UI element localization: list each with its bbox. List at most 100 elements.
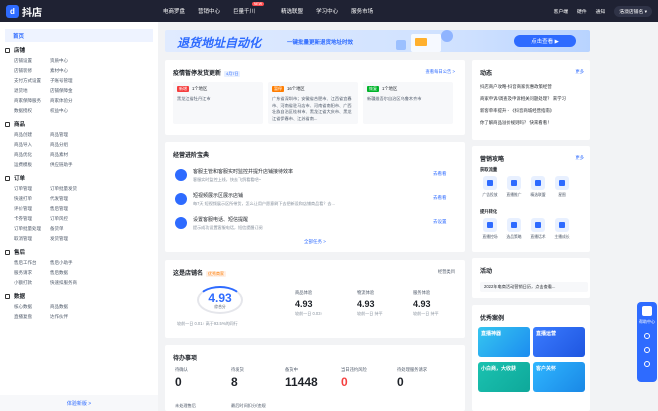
sidebar-item[interactable]: 达作伙伴 [50,314,90,320]
sidebar-item[interactable]: 店铺设置 [14,58,50,64]
sidebar-item[interactable]: 快速打单 [14,196,50,202]
todo-confirm[interactable]: 待确认 0 [175,367,188,389]
todo-stock[interactable]: 备货中 11448 [285,367,318,389]
sidebar-item[interactable]: 备货单 [50,226,90,232]
todo-request[interactable]: 待处理服务请求 0 [397,367,427,389]
sidebar-item[interactable]: 商品管理 [50,132,90,138]
sidebar-item[interactable]: 发货管理 [50,236,90,242]
nav-service-market[interactable]: 服务市场 [351,7,373,15]
metric-logistics[interactable]: 物流体验 4.93 较前一日 持平 [357,290,383,317]
sidebar-item[interactable]: 商品导入 [14,142,50,148]
news-more-link[interactable]: 更多 [575,69,584,75]
todo-risk[interactable]: 当日违约风险 0 [341,367,367,389]
case-small-shop[interactable]: 小白商，大收获 [478,362,530,392]
promo-banner[interactable]: 退货地址自动化 一键批量更新退货地址时效 点击查看 ▶ [165,30,590,52]
sidebar-item[interactable]: 商品优化 [14,152,50,158]
sidebar-item[interactable]: 售后数据 [50,270,90,276]
sidebar-item[interactable]: 核心数据 [14,304,50,310]
sidebar-item[interactable]: 订单管理 [14,186,50,192]
alliance-tool[interactable]: 精选联盟 [526,176,550,198]
metric-product[interactable]: 商品体验 4.93 较前一日 0.03↑ [295,290,323,317]
sidebar-item[interactable]: 商品分组 [50,142,90,148]
ad-tool[interactable]: 广告投放 [478,176,502,198]
sidebar-item[interactable]: 素材中心 [50,68,90,74]
help-float-panel[interactable]: 帮助中心 [637,302,657,382]
case-customer-care[interactable]: 客户关怀 [533,362,585,392]
sidebar-item[interactable]: 商家保障服务 [14,98,50,104]
sidebar-item[interactable]: 商品数据 [50,304,90,310]
sidebar-item[interactable]: 资质中心 [50,58,90,64]
metric-service[interactable]: 服务体验 4.93 较前一日 持平 [413,290,439,317]
guide-action-link[interactable]: 去看看 [433,195,447,201]
hardware-button[interactable]: 硬件 [577,8,587,15]
chat-icon[interactable] [644,333,650,339]
case-live-ops[interactable]: 直播运营 [533,327,585,357]
news-item[interactable]: 你了解商品溢价规则吗？ 快来看看！ [480,120,586,126]
guide-item[interactable]: 客服主管和客服实时监控并提升店铺接待效率 客服实时监控上线，快去飞鸽看看吧~ 去看… [175,165,455,185]
anchor-tool[interactable]: 主播成长 [550,218,574,240]
banner-view-button[interactable]: 点击查看 ▶ [514,35,576,47]
live-control-tool[interactable]: 直播控场 [478,218,502,240]
daily-notice-link[interactable]: 查看每日公告 > [426,69,455,75]
sidebar-item[interactable]: 订单风控 [50,216,90,222]
sidebar-item[interactable]: 权益中心 [50,108,90,114]
top-icon[interactable] [644,361,650,367]
sidebar-item[interactable]: 订单批量发货 [50,186,90,192]
sidebar-item[interactable]: 订单批量处理 [14,226,50,232]
sidebar-item[interactable]: 供应链助手 [50,162,90,168]
sidebar-item[interactable]: 商品素材 [50,152,90,158]
activity-item[interactable]: 2022年电商活动营销日历，点击查看... [480,282,588,292]
category-link[interactable]: 经营类目 [438,269,455,275]
sidebar-item-home[interactable]: 首页 [5,29,153,42]
todo-violation[interactable]: 最后时间扣分/违规 [231,403,266,409]
notify-button[interactable]: 通知 [596,8,606,15]
app-logo[interactable]: d 抖店 [6,4,42,19]
client-button[interactable]: 客户端 [554,8,568,15]
epidemic-paused[interactable]: 暂停 16个地区 广东省深圳市；安徽省合肥市、江西省宜春市、河南省驻马店市、河南省… [268,82,358,124]
sidebar-item[interactable]: 取消管理 [14,236,50,242]
news-item[interactable]: 抖店商户攻略-抖音商家优惠政策经营 [480,84,586,90]
sidebar-item[interactable]: 运费模板 [14,162,50,168]
sidebar-item[interactable]: 商品创建 [14,132,50,138]
all-tasks-link[interactable]: 全部任务 > [165,239,465,245]
live-promo-tool[interactable]: 直播推广 [502,176,526,198]
epidemic-new[interactable]: 新增 1个地区 黑龙江省牡丹江市 [173,82,263,124]
sidebar-item[interactable]: 数据授权 [14,108,50,114]
sidebar-item[interactable]: 快速扣服务商 [50,280,90,286]
sidebar-item[interactable]: 小额打款 [14,280,50,286]
sidebar-item[interactable]: 卡券管理 [14,216,50,222]
sidebar-item[interactable]: 店铺装修 [14,68,50,74]
sidebar-item[interactable]: 售后小助手 [50,260,90,266]
guide-item[interactable]: 短视频展示区展示店铺 每7天 短视频展示区所带货，怎么让用户愿意刷下去把新设和店铺… [175,189,455,209]
account-menu[interactable]: 浩澳店铺名 ▾ [614,5,652,17]
sidebar-item[interactable]: 售后工作台 [14,260,50,266]
script-tool[interactable]: 直播话术 [526,218,550,240]
guide-action-link[interactable]: 去设置 [433,219,447,225]
sidebar-item[interactable]: 服务请求 [14,270,50,276]
guide-item[interactable]: 设置客服电话、短信提醒 提示成功设置客服电话，短信提醒订阅 去设置 [175,213,455,233]
epidemic-resumed[interactable]: 恢复 1个地区 新疆维吾尔自治区乌鲁木齐市 [363,82,453,124]
sidebar-item[interactable]: 子账号管理 [50,78,90,84]
news-item[interactable]: 新客单率提升 - 《抖音商城经营指南》 [480,108,586,114]
sidebar-item[interactable]: 商家体验分 [50,98,90,104]
todo-ship[interactable]: 待发货 8 [231,367,244,389]
try-new-version-link[interactable]: 体验新版 > [0,395,158,411]
sidebar-item[interactable]: 代发管理 [50,196,90,202]
sidebar-item[interactable]: 店铺保障金 [50,88,90,94]
sidebar-item[interactable]: 评价管理 [14,206,50,212]
todo-aftersale[interactable]: 未处理售后 [175,403,196,409]
nav-compass[interactable]: 电商罗盘 [163,7,185,15]
marketing-more-link[interactable]: 更多 [575,155,584,161]
feedback-icon[interactable] [644,347,650,353]
case-live-tool[interactable]: 直播神器 [478,327,530,357]
nav-alliance[interactable]: 精选联盟 [281,7,303,15]
guide-action-link[interactable]: 去看看 [433,171,447,177]
sidebar-item[interactable]: 直播复盘 [14,314,50,320]
sidebar-item[interactable]: 支付方式设置 [14,78,50,84]
nav-qianchuan[interactable]: 巨量千川 NEW [233,2,268,15]
star-tool[interactable]: 星图 [550,176,574,198]
news-item[interactable]: 商家申诉/调查及申诉相关问题处理？ 来学习 [480,96,586,102]
sidebar-item[interactable]: 退货地 [14,88,50,94]
nav-marketing[interactable]: 营销中心 [198,7,220,15]
selection-tool[interactable]: 选品策略 [502,218,526,240]
